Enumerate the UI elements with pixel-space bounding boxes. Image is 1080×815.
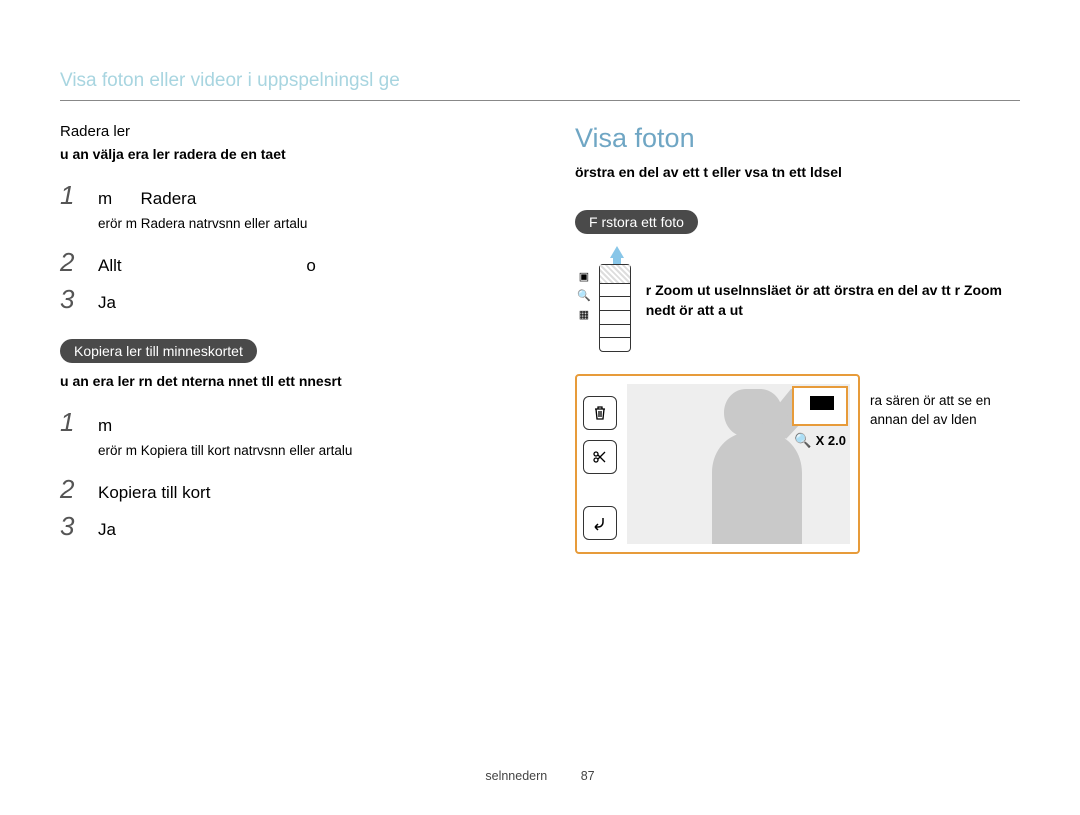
step-num: 3 <box>60 284 80 315</box>
step-text: Ja <box>98 293 505 313</box>
step-trail: o <box>306 256 315 276</box>
callout-text: ra sären ör att se en annan del av lden <box>870 374 1020 430</box>
magnifier-icon: 🔍 <box>575 289 593 302</box>
section-desc: örstra en del av ett t eller vsa tn ett … <box>575 164 1020 180</box>
step-text: m <box>98 416 505 436</box>
side-icon-stack: ▣ 🔍 ▦ <box>575 270 593 321</box>
footer-label: selnnedern <box>485 769 547 783</box>
step-num: 2 <box>60 474 80 505</box>
section-header: Visa foton eller videor i uppspelningsl … <box>60 70 1020 101</box>
scissors-icon <box>592 449 608 465</box>
camera-screen: 🔍 X 2.0 <box>575 374 860 554</box>
subhead-delete: Radera ler <box>60 123 505 140</box>
step-num: 3 <box>60 511 80 542</box>
step-2a: 2 Allt o <box>60 247 505 278</box>
step-text-em: Radera <box>141 189 197 208</box>
back-icon <box>592 515 608 531</box>
step-3a: 3 Ja <box>60 284 505 315</box>
navigator-box[interactable] <box>792 386 848 426</box>
zoom-text: r Zoom ut uselnnsläet ör att örstra en d… <box>646 256 1020 321</box>
page-footer: selnnedern 87 <box>0 769 1080 783</box>
page-number: 87 <box>581 769 595 783</box>
trash-icon <box>592 405 608 421</box>
step-1a: 1 m Radera <box>60 180 505 211</box>
right-column: Visa foton örstra en del av ett t eller … <box>575 123 1020 554</box>
step-text: Kopiera till kort <box>98 483 505 503</box>
step-sub: erör m Radera natrvsnn eller artalu <box>98 215 505 233</box>
step-text: Ja <box>98 520 505 540</box>
step-text: Allt <box>98 256 122 275</box>
pill-copy: Kopiera ler till minneskortet <box>60 339 257 363</box>
step-sub: erör m Kopiera till kort natrvsnn eller … <box>98 442 505 460</box>
navigator-viewport <box>810 396 834 410</box>
back-button[interactable] <box>583 506 617 540</box>
step-1b: 1 m <box>60 407 505 438</box>
grid-icon: ▦ <box>575 308 593 321</box>
desc-delete: u an välja era ler radera de en taet <box>60 146 505 162</box>
step-num: 1 <box>60 407 80 438</box>
flash-icon: ▣ <box>575 270 593 283</box>
section-title: Visa foton <box>575 123 1020 154</box>
step-num: 1 <box>60 180 80 211</box>
crop-button[interactable] <box>583 440 617 474</box>
step-3b: 3 Ja <box>60 511 505 542</box>
zoom-control-illustration: ▣ 🔍 ▦ <box>575 256 626 356</box>
trash-button[interactable] <box>583 396 617 430</box>
zoom-slider <box>599 264 631 352</box>
zoom-value: 🔍 X 2.0 <box>794 432 846 449</box>
screen-side-buttons <box>583 396 619 474</box>
step-num: 2 <box>60 247 80 278</box>
step-text: m <box>98 189 112 208</box>
arrow-up-icon <box>610 246 624 258</box>
zoom-value-text: X 2.0 <box>816 433 846 448</box>
desc-copy: u an era ler rn det nterna nnet tll ett … <box>60 373 505 389</box>
zoom-in-icon: 🔍 <box>794 432 811 449</box>
step-2b: 2 Kopiera till kort <box>60 474 505 505</box>
left-column: Radera ler u an välja era ler radera de … <box>60 123 505 554</box>
pill-enlarge: F rstora ett foto <box>575 210 698 234</box>
